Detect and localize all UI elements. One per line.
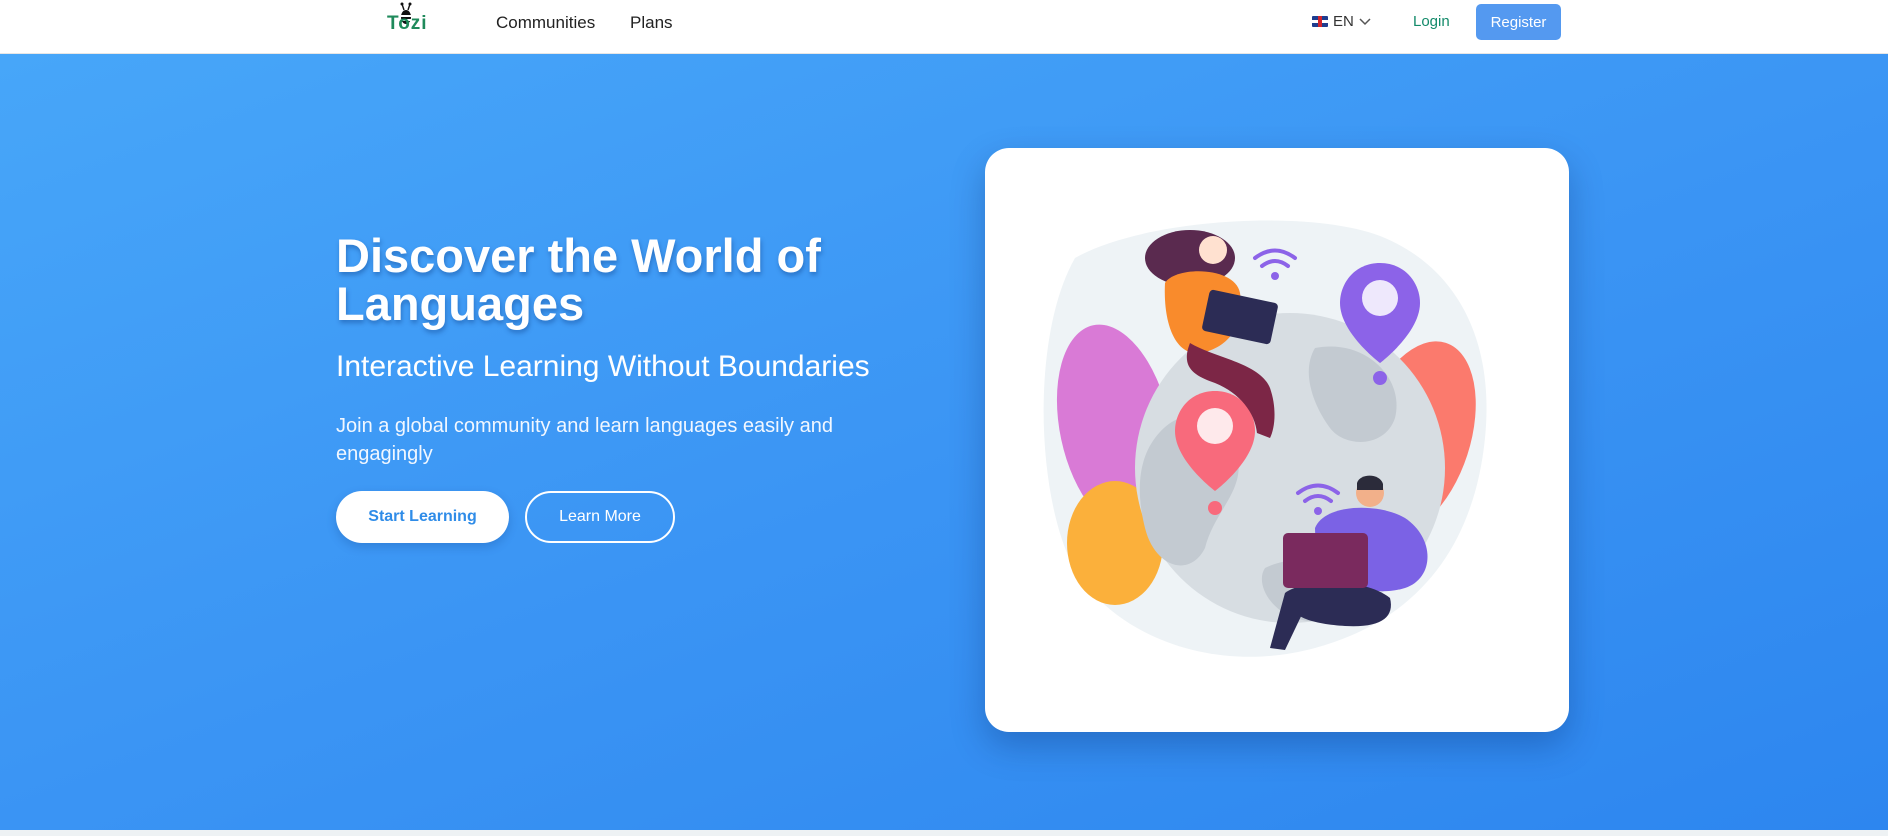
chevron-down-icon (1359, 17, 1371, 25)
hero-subtitle: Interactive Learning Without Boundaries (336, 350, 870, 383)
language-selector[interactable]: EN (1312, 13, 1371, 30)
uk-flag-icon (1312, 16, 1328, 27)
nav-communities[interactable]: Communities (496, 13, 595, 33)
laptop-man (1283, 533, 1368, 588)
start-learning-button[interactable]: Start Learning (336, 491, 509, 543)
logo[interactable]: Tozi (384, 0, 434, 42)
login-link[interactable]: Login (1413, 13, 1450, 30)
hero-description: Join a global community and learn langua… (336, 415, 833, 465)
language-label: EN (1333, 13, 1354, 30)
top-navbar: Tozi Communities Plans EN Login Register (0, 0, 1888, 54)
logo-text: Tozi (387, 13, 428, 34)
globe-people-illustration (1043, 220, 1487, 657)
hero-section (0, 54, 1888, 830)
illustration-card (985, 148, 1569, 732)
nav-plans[interactable]: Plans (630, 13, 673, 33)
learn-more-button[interactable]: Learn More (525, 491, 675, 543)
page-bottom-strip (0, 830, 1888, 836)
hero-title: Discover the World of Languages (336, 229, 821, 330)
register-button[interactable]: Register (1476, 4, 1561, 40)
